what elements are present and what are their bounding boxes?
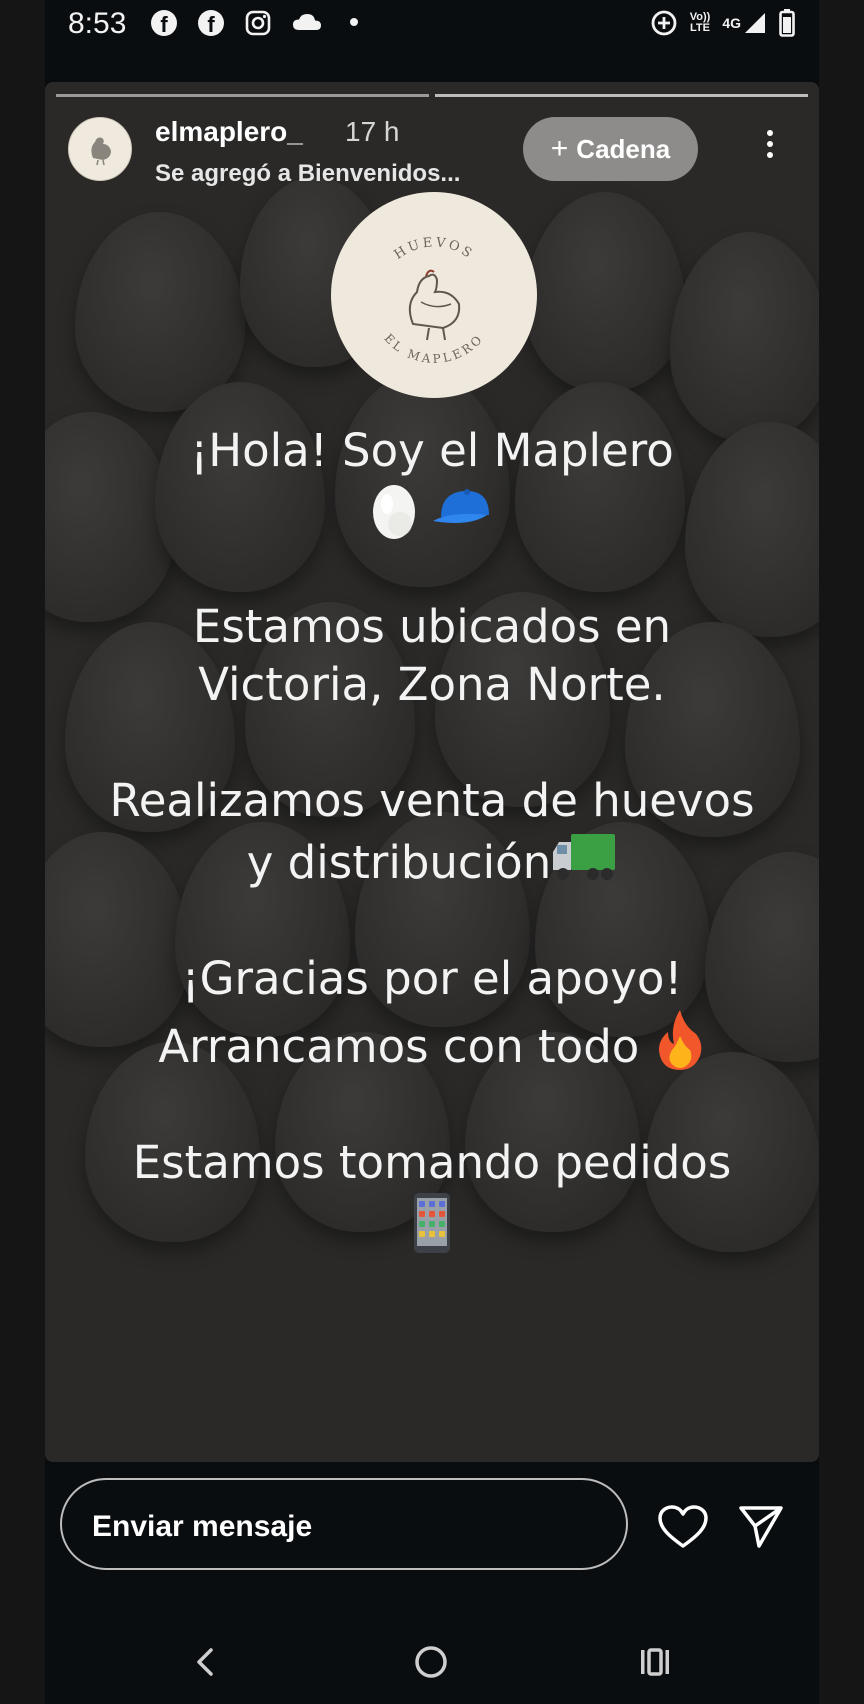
- status-bar: 8:53 f f Vo)) LTE 4G: [45, 0, 819, 56]
- egg-icon: [373, 485, 415, 539]
- hen-icon: [91, 137, 111, 166]
- instagram-icon: [245, 10, 271, 36]
- story-username[interactable]: elmaplero_: [155, 116, 303, 148]
- thanks-line-2: Arrancamos con todo: [158, 1020, 640, 1073]
- logo-text-top: HUEVOS: [392, 235, 474, 263]
- send-icon[interactable]: [737, 1502, 785, 1550]
- story-subtitle[interactable]: Se agregó a Bienvenidos...: [155, 160, 460, 188]
- story-progress-1: [56, 94, 429, 97]
- location-line-1: Estamos ubicados en: [192, 600, 672, 653]
- facebook-icon: f: [151, 10, 177, 36]
- status-time: 8:53: [68, 7, 127, 40]
- story-time-ago: 17 h: [345, 116, 400, 147]
- location-line-2: Victoria, Zona Norte.: [198, 658, 666, 711]
- navigation-bar: [45, 1620, 819, 1704]
- svg-text:EL MAPLERO: EL MAPLERO: [381, 331, 486, 366]
- orders-line: Estamos tomando pedidos: [132, 1136, 732, 1189]
- data-saver-icon: [651, 10, 677, 36]
- signal-icon: [745, 13, 765, 33]
- fire-icon: [658, 1010, 701, 1070]
- hen-icon: [408, 269, 461, 341]
- volte-indicator: Vo)) LTE: [690, 12, 711, 34]
- recent-apps-icon[interactable]: [635, 1642, 675, 1682]
- phone-screen: 8:53 f f Vo)) LTE 4G elmaplero_ 17 h Se …: [45, 0, 819, 1704]
- back-icon[interactable]: [187, 1642, 227, 1682]
- chain-button-label: Cadena: [576, 133, 671, 164]
- story-text: ¡Hola! Soy el Maplero Estamos ubicados e…: [45, 422, 819, 1326]
- sales-line-1: Realizamos venta de huevos: [109, 774, 755, 827]
- notification-dot: [350, 18, 358, 26]
- home-icon[interactable]: [411, 1642, 451, 1682]
- logo-text-bottom: EL MAPLERO: [381, 331, 483, 366]
- signal-group: 4G: [722, 11, 767, 35]
- sales-line-2: y distribución: [246, 836, 552, 889]
- network-type: 4G: [722, 14, 741, 31]
- battery-icon: [779, 9, 795, 37]
- egg-decoration: [670, 232, 819, 442]
- plus-icon: +: [550, 132, 569, 165]
- heart-icon[interactable]: [657, 1504, 709, 1550]
- facebook-icon: f: [198, 10, 224, 36]
- right-margin: [819, 0, 864, 1704]
- thanks-line-1: ¡Gracias por el apoyo!: [181, 952, 683, 1005]
- greeting-text: ¡Hola! Soy el Maplero: [190, 424, 674, 477]
- volte-bottom: LTE: [690, 22, 710, 34]
- brand-logo: HUEVOS EL MAPLERO: [331, 192, 537, 398]
- phone-icon: [414, 1193, 450, 1253]
- emoji-line: [45, 480, 819, 540]
- egg-decoration: [75, 212, 245, 412]
- cap-icon: [433, 489, 489, 523]
- story-progress-2: [435, 94, 808, 97]
- story-card[interactable]: elmaplero_ 17 h Se agregó a Bienvenidos.…: [45, 82, 819, 1462]
- chain-button[interactable]: + Cadena: [523, 117, 698, 181]
- more-options-icon[interactable]: [765, 126, 775, 166]
- svg-text:HUEVOS: HUEVOS: [392, 235, 477, 263]
- egg-decoration: [525, 192, 685, 392]
- message-input[interactable]: Enviar mensaje: [60, 1478, 628, 1570]
- left-margin: [0, 0, 45, 1704]
- avatar[interactable]: [68, 117, 132, 181]
- cloud-icon: [293, 14, 321, 30]
- truck-icon: [553, 834, 616, 880]
- message-placeholder: Enviar mensaje: [92, 1510, 313, 1543]
- status-right: Vo)) LTE 4G: [650, 8, 795, 38]
